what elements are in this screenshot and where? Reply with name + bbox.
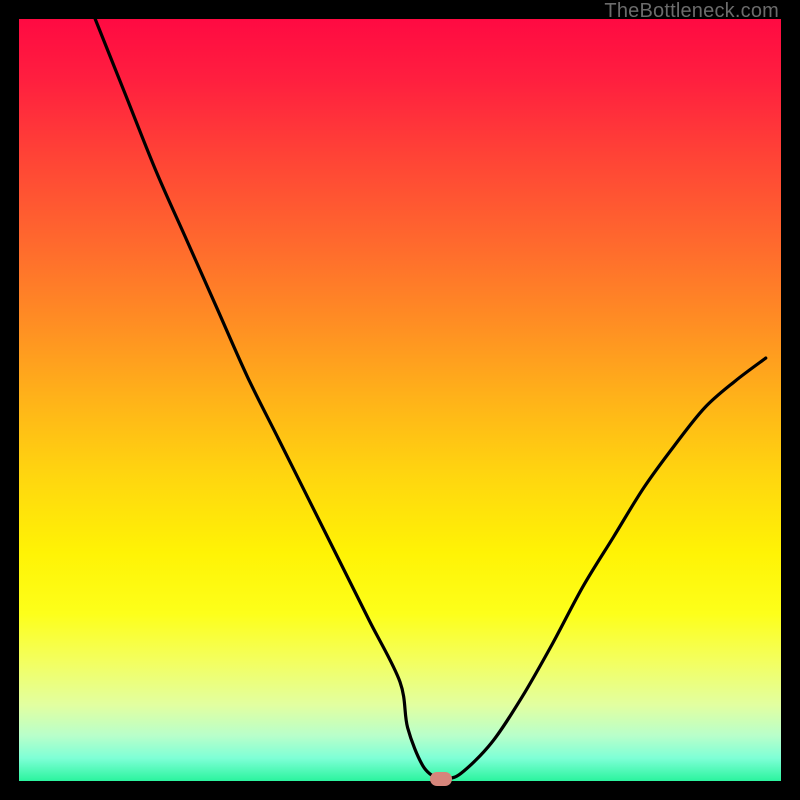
bottleneck-curve — [19, 19, 781, 781]
plot-area — [19, 19, 781, 781]
optimal-point-marker — [430, 772, 452, 786]
credit-text: TheBottleneck.com — [604, 0, 779, 23]
chart-container: TheBottleneck.com — [0, 0, 800, 800]
